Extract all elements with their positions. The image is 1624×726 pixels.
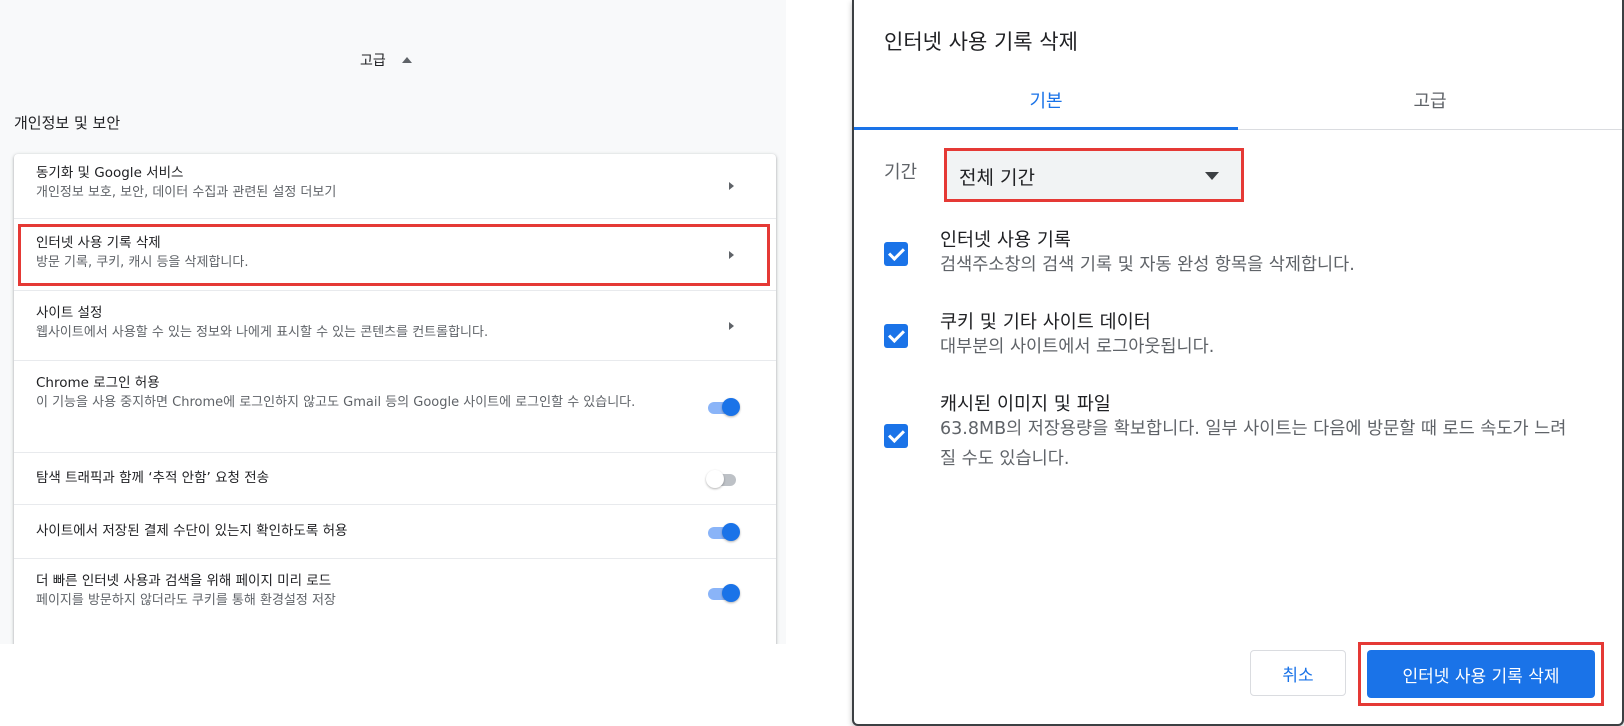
option-title: 캐시된 이미지 및 파일 (940, 394, 1111, 415)
row-do-not-track: 탐색 트래픽과 함께 ‘추적 안함’ 요청 전송 (14, 452, 776, 504)
option-desc: 63.8MB의 저장용량을 확보합니다. 일부 사이트는 다음에 방문할 때 로… (940, 419, 1567, 469)
cache-checkbox[interactable] (884, 424, 908, 448)
cookies-checkbox[interactable] (884, 324, 908, 348)
row-chrome-signin: Chrome 로그인 허용 이 기능을 사용 중지하면 Chrome에 로그인하… (14, 360, 776, 452)
option-title: 인터넷 사용 기록 (940, 230, 1071, 251)
caret-up-icon (401, 57, 412, 63)
chrome-signin-toggle[interactable] (706, 397, 740, 417)
row-subtitle: 개인정보 보호, 보안, 데이터 수집과 관련된 설정 더보기 (36, 185, 337, 200)
period-selected-value: 전체 기간 (959, 167, 1035, 189)
option-desc: 대부분의 사이트에서 로그아웃됩니다. (940, 337, 1215, 357)
clear-browsing-data-dialog: 인터넷 사용 기록 삭제 기본 고급 기간 전체 기간 인터넷 사용 기록 검색… (852, 0, 1624, 726)
caret-down-icon (1205, 172, 1219, 180)
chevron-right-icon (729, 322, 734, 330)
do-not-track-toggle[interactable] (706, 469, 740, 489)
row-subtitle: 페이지를 방문하지 않더라도 쿠키를 통해 환경설정 저장 (36, 593, 336, 608)
browsing-history-checkbox[interactable] (884, 242, 908, 266)
advanced-toggle-button[interactable]: 고급 (360, 48, 412, 72)
row-title: 사이트 설정 (36, 305, 103, 321)
option-title: 쿠키 및 기타 사이트 데이터 (940, 312, 1151, 333)
chevron-right-icon (729, 251, 734, 259)
chevron-right-icon (729, 182, 734, 190)
row-sync-google-services[interactable]: 동기화 및 Google 서비스 개인정보 보호, 보안, 데이터 수집과 관련… (14, 154, 776, 218)
payment-methods-toggle[interactable] (706, 522, 740, 542)
row-payment-methods: 사이트에서 저장된 결제 수단이 있는지 확인하도록 허용 (14, 504, 776, 558)
row-title: Chrome 로그인 허용 (36, 375, 160, 391)
row-title: 동기화 및 Google 서비스 (36, 165, 184, 181)
preload-pages-toggle[interactable] (706, 583, 740, 603)
period-label: 기간 (884, 162, 918, 183)
advanced-toggle-label: 고급 (360, 53, 386, 69)
row-title: 탐색 트래픽과 함께 ‘추적 안함’ 요청 전송 (36, 470, 270, 486)
tab-advanced[interactable]: 고급 (1238, 70, 1622, 130)
row-subtitle: 방문 기록, 쿠키, 캐시 등을 삭제합니다. (36, 255, 249, 270)
cancel-button[interactable]: 취소 (1250, 650, 1346, 696)
row-title: 더 빠른 인터넷 사용과 검색을 위해 페이지 미리 로드 (36, 573, 332, 589)
row-site-settings[interactable]: 사이트 설정 웹사이트에서 사용할 수 있는 정보와 나에게 표시할 수 있는 … (14, 290, 776, 360)
highlight-box: 인터넷 사용 기록 삭제 (1358, 642, 1604, 706)
option-desc: 검색주소창의 검색 기록 및 자동 완성 항목을 삭제합니다. (940, 255, 1355, 275)
clear-data-button[interactable]: 인터넷 사용 기록 삭제 (1367, 650, 1595, 698)
tab-basic[interactable]: 기본 (854, 70, 1238, 130)
row-subtitle: 웹사이트에서 사용할 수 있는 정보와 나에게 표시할 수 있는 콘텐츠를 컨트… (36, 325, 489, 340)
dialog-tabs: 기본 고급 (854, 70, 1622, 130)
dialog-title: 인터넷 사용 기록 삭제 (884, 30, 1078, 54)
row-preload-pages: 더 빠른 인터넷 사용과 검색을 위해 페이지 미리 로드 페이지를 방문하지 … (14, 558, 776, 644)
row-clear-browsing-data[interactable]: 인터넷 사용 기록 삭제 방문 기록, 쿠키, 캐시 등을 삭제합니다. (14, 218, 776, 290)
row-title: 인터넷 사용 기록 삭제 (36, 235, 161, 251)
row-subtitle: 이 기능을 사용 중지하면 Chrome에 로그인하지 않고도 Gmail 등의… (36, 395, 636, 410)
privacy-settings-card: 동기화 및 Google 서비스 개인정보 보호, 보안, 데이터 수집과 관련… (14, 154, 776, 644)
row-title: 사이트에서 저장된 결제 수단이 있는지 확인하도록 허용 (36, 523, 348, 539)
section-heading: 개인정보 및 보안 (14, 114, 121, 132)
period-dropdown[interactable]: 전체 기간 (944, 148, 1244, 202)
settings-page: 고급 개인정보 및 보안 동기화 및 Google 서비스 개인정보 보호, 보… (0, 0, 786, 644)
